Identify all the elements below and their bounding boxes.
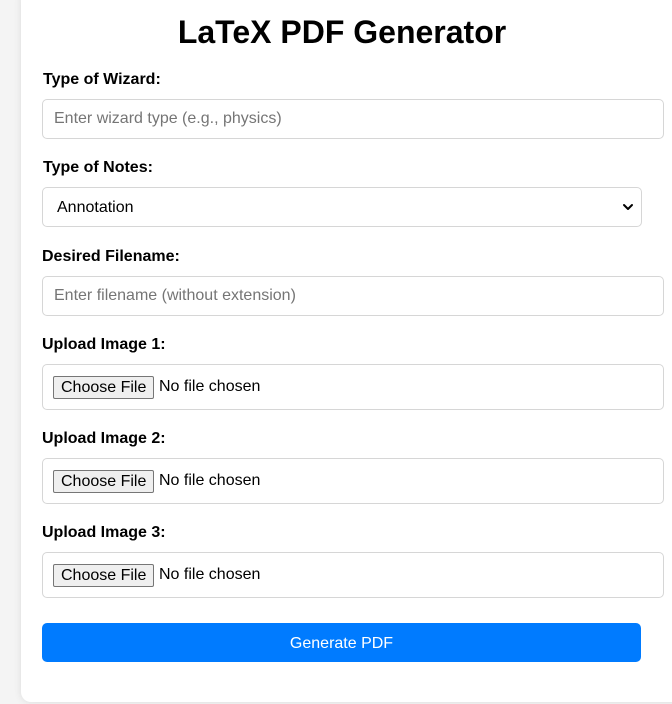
upload-image-3-label: Upload Image 3:: [42, 524, 166, 541]
notes-type-label: Type of Notes:: [43, 159, 153, 176]
upload-image-1-label: Upload Image 1:: [42, 336, 166, 353]
upload-image-2-status: No file chosen: [159, 472, 261, 489]
upload-image-1-choose-button[interactable]: Choose File: [53, 376, 155, 399]
upload-image-3-field: Choose File No file chosen: [42, 552, 664, 598]
upload-image-2-field: Choose File No file chosen: [42, 458, 664, 504]
upload-image-3-status: No file chosen: [159, 566, 261, 583]
page-title: LaTeX PDF Generator: [177, 14, 507, 50]
filename-input[interactable]: [42, 276, 664, 316]
chevron-down-icon: [623, 204, 633, 210]
upload-image-2-label: Upload Image 2:: [42, 430, 166, 447]
wizard-type-input[interactable]: [42, 99, 664, 139]
notes-type-selected-value: Annotation: [57, 199, 134, 216]
filename-label: Desired Filename:: [42, 248, 180, 265]
upload-image-3-choose-button[interactable]: Choose File: [53, 564, 155, 587]
upload-image-1-field: Choose File No file chosen: [42, 364, 664, 410]
wizard-type-label: Type of Wizard:: [43, 71, 161, 88]
notes-type-select[interactable]: Annotation: [42, 187, 642, 227]
upload-image-1-status: No file chosen: [159, 378, 261, 395]
generate-pdf-button[interactable]: Generate PDF: [42, 623, 641, 662]
upload-image-2-choose-button[interactable]: Choose File: [53, 470, 155, 493]
